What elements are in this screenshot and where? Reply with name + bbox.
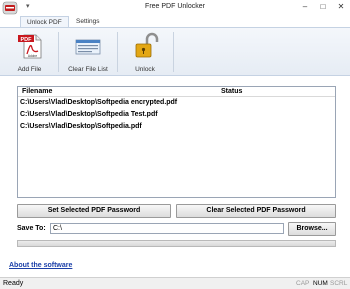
cap-indicator: CAP [296, 280, 310, 287]
browse-button[interactable]: Browse... [288, 222, 336, 236]
about-link[interactable]: About the software [9, 262, 72, 269]
clear-file-list-label: Clear File List [68, 66, 108, 73]
add-file-label: Add File [17, 66, 42, 73]
progress-bar [17, 240, 336, 247]
ribbon-separator [58, 32, 59, 72]
maximize-button[interactable]: □ [314, 1, 332, 13]
file-list-icon [75, 39, 101, 55]
svg-text:PDF: PDF [20, 37, 32, 43]
status-text: Ready [3, 280, 24, 287]
file-list[interactable]: Filename Status C:\Users\Vlad\Desktop\So… [17, 86, 336, 198]
status-bar: Ready CAP NUM SCRL [0, 277, 350, 289]
tab-settings[interactable]: Settings [70, 16, 106, 27]
clear-password-button[interactable]: Clear Selected PDF Password [176, 204, 336, 218]
save-to-label: Save To: [17, 225, 46, 232]
list-item[interactable]: C:\Users\Vlad\Desktop\Softpedia encrypte… [20, 99, 177, 106]
clear-file-list-button[interactable]: Clear File List [63, 29, 113, 75]
minimize-button[interactable]: – [296, 1, 314, 13]
num-indicator: NUM [313, 280, 328, 287]
list-item[interactable]: C:\Users\Vlad\Desktop\Softpedia Test.pdf [20, 111, 158, 118]
ribbon-separator [117, 32, 118, 72]
svg-text:Adobe: Adobe [27, 54, 36, 58]
unlock-button[interactable]: Unlock [120, 29, 170, 75]
main-panel: Filename Status C:\Users\Vlad\Desktop\So… [0, 77, 350, 277]
ribbon-separator [173, 32, 174, 72]
list-item[interactable]: C:\Users\Vlad\Desktop\Softpedia.pdf [20, 123, 142, 130]
save-to-field[interactable]: C:\ [50, 223, 284, 234]
close-button[interactable]: ✕ [332, 1, 350, 13]
add-file-button[interactable]: PDF Adobe Add File [6, 29, 53, 75]
scrl-indicator: SCRL [330, 280, 348, 287]
ribbon-tabs: Unlock PDF Settings [0, 15, 350, 27]
tab-unlock-pdf[interactable]: Unlock PDF [20, 16, 69, 27]
set-password-button[interactable]: Set Selected PDF Password [17, 204, 171, 218]
pdf-file-icon: PDF Adobe [17, 34, 41, 59]
column-filename[interactable]: Filename [22, 88, 52, 95]
title-bar: ▾ Free PDF Unlocker – □ ✕ [0, 0, 350, 15]
file-list-header: Filename Status [18, 87, 335, 97]
column-status[interactable]: Status [221, 88, 242, 95]
ribbon-toolbar: PDF Adobe Add File Clear File List Unloc… [0, 27, 350, 76]
unlock-label: Unlock [135, 66, 155, 73]
open-padlock-icon [135, 32, 159, 58]
